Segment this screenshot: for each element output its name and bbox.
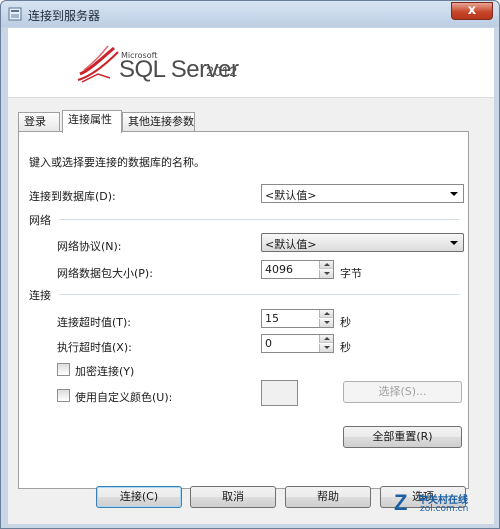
title-bar[interactable]: 连接到服务器 x bbox=[1, 1, 499, 27]
close-button[interactable]: x bbox=[451, 2, 493, 20]
dropdown-arrow-icon bbox=[450, 192, 458, 196]
packet-size-value: 4096 bbox=[265, 263, 293, 276]
reset-all-button[interactable]: 全部重置(R) bbox=[343, 426, 462, 448]
cancel-button[interactable]: 取消 bbox=[190, 486, 276, 508]
database-label: 连接到数据库(D): bbox=[29, 190, 116, 203]
zol-logo-icon: Z bbox=[394, 490, 408, 515]
product-banner: Microsoft SQL Server 2012 bbox=[8, 28, 494, 98]
watermark-url: zol.com.cn bbox=[420, 504, 469, 514]
execution-timeout-value: 0 bbox=[265, 337, 272, 350]
connection-properties-panel: 键入或选择要连接的数据库的名称。 连接到数据库(D): <默认值> 网络 网络协… bbox=[18, 131, 469, 489]
window-title: 连接到服务器 bbox=[28, 9, 101, 23]
packet-size-unit: 字节 bbox=[340, 267, 362, 280]
connection-separator bbox=[59, 294, 459, 295]
sql-server-logo-icon bbox=[77, 45, 119, 83]
app-icon bbox=[8, 7, 22, 21]
select-color-button[interactable]: 选择(S)... bbox=[343, 381, 462, 403]
database-value: <默认值> bbox=[265, 189, 317, 202]
dropdown-arrow-icon bbox=[450, 241, 458, 245]
spin-down-icon[interactable] bbox=[319, 319, 333, 327]
tab-additional-parameters[interactable]: 其他连接参数 bbox=[122, 112, 195, 132]
tab-login[interactable]: 登录 bbox=[18, 112, 60, 132]
protocol-combo[interactable]: <默认值> bbox=[261, 233, 464, 252]
protocol-value: <默认值> bbox=[265, 238, 317, 251]
custom-color-checkbox[interactable] bbox=[57, 389, 70, 402]
spin-up-icon[interactable] bbox=[319, 335, 333, 343]
spin-down-icon[interactable] bbox=[319, 344, 333, 352]
encrypt-connection-checkbox[interactable] bbox=[57, 363, 70, 376]
database-combo[interactable]: <默认值> bbox=[261, 184, 464, 203]
connection-timeout-unit: 秒 bbox=[340, 316, 351, 329]
connection-timeout-value: 15 bbox=[265, 312, 279, 325]
product-version: 2012 bbox=[206, 63, 238, 79]
execution-timeout-stepper[interactable]: 0 bbox=[261, 334, 334, 353]
execution-timeout-label: 执行超时值(X): bbox=[57, 341, 132, 354]
custom-color-label[interactable]: 使用自定义颜色(U): bbox=[75, 389, 172, 405]
help-button[interactable]: 帮助 bbox=[285, 486, 371, 508]
execution-timeout-unit: 秒 bbox=[340, 341, 351, 354]
instruction-text: 键入或选择要连接的数据库的名称。 bbox=[29, 156, 205, 169]
network-separator bbox=[59, 219, 459, 220]
packet-size-label: 网络数据包大小(P): bbox=[57, 267, 153, 280]
connection-timeout-stepper[interactable]: 15 bbox=[261, 309, 334, 328]
connect-button[interactable]: 连接(C) bbox=[96, 486, 182, 508]
encrypt-connection-label[interactable]: 加密连接(Y) bbox=[75, 363, 134, 379]
dialog-client-area: Microsoft SQL Server 2012 登录 连接属性 其他连接参数… bbox=[8, 28, 494, 524]
tab-connection-properties[interactable]: 连接属性 bbox=[62, 110, 122, 133]
connection-timeout-label: 连接超时值(T): bbox=[57, 316, 132, 329]
zol-watermark: Z 中关村在线 zol.com.cn bbox=[394, 490, 484, 518]
custom-color-swatch bbox=[261, 380, 298, 406]
network-section-label: 网络 bbox=[29, 214, 51, 227]
connect-to-server-window: 连接到服务器 x Microsoft SQL Server 2012 登录 连接… bbox=[0, 0, 500, 529]
spin-up-icon[interactable] bbox=[319, 310, 333, 318]
spin-down-icon[interactable] bbox=[319, 270, 333, 278]
spin-up-icon[interactable] bbox=[319, 261, 333, 269]
protocol-label: 网络协议(N): bbox=[57, 240, 122, 253]
packet-size-stepper[interactable]: 4096 bbox=[261, 260, 334, 279]
connection-section-label: 连接 bbox=[29, 289, 51, 302]
